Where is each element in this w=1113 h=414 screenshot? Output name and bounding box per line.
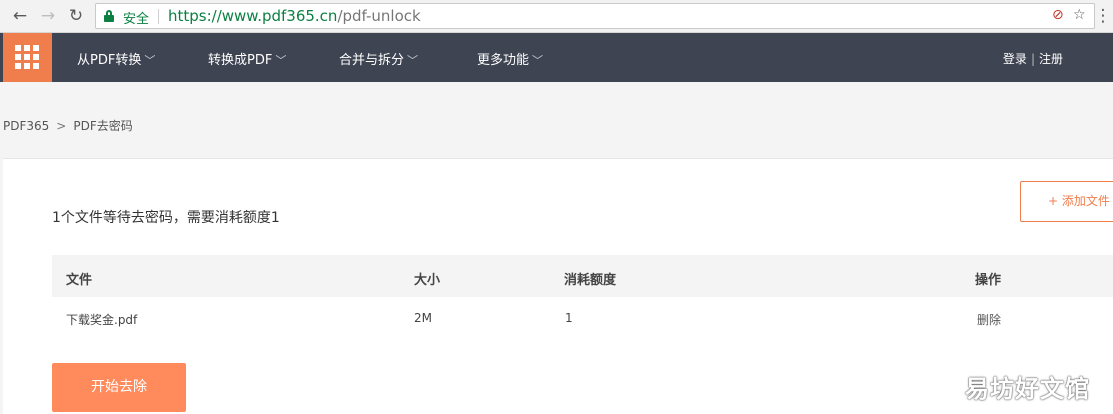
- status-text: 1个文件等待去密码，需要消耗额度1: [52, 210, 280, 226]
- address-bar[interactable]: 安全 https://www.pdf365.cn/pdf-unlock ⊘ ☆: [95, 3, 1095, 29]
- start-remove-button[interactable]: 开始去除: [52, 363, 186, 412]
- menu-label: 更多功能: [477, 53, 530, 68]
- forward-icon[interactable]: →: [38, 6, 58, 26]
- chevron-down-icon: ﹀: [407, 54, 419, 67]
- breadcrumb-root[interactable]: PDF365: [3, 119, 49, 133]
- url-text[interactable]: https://www.pdf365.cn/pdf-unlock: [168, 7, 421, 25]
- star-icon[interactable]: ☆: [1073, 7, 1086, 23]
- menu-to-pdf[interactable]: 转换成PDF ﹀: [208, 49, 286, 68]
- reload-icon[interactable]: ↻: [66, 6, 86, 26]
- delete-link[interactable]: 删除: [977, 311, 1001, 328]
- table-row: 下载奖金.pdf 2M 1 删除: [52, 297, 1113, 339]
- header-cost: 消耗额度: [564, 273, 617, 288]
- breadcrumb-current: PDF去密码: [73, 119, 133, 133]
- breadcrumb: PDF365 > PDF去密码: [3, 117, 133, 134]
- add-file-button[interactable]: + 添加文件: [1020, 181, 1113, 222]
- upload-panel: 1个文件等待去密码，需要消耗额度1 + 添加文件 文件 大小 消耗额度 操作 下…: [3, 158, 1113, 414]
- cell-cost: 1: [565, 311, 573, 325]
- login-link[interactable]: 登录: [1003, 52, 1027, 66]
- url-host: https://www.pdf365.cn: [168, 7, 338, 25]
- menu-label: 合并与拆分: [339, 53, 405, 68]
- browser-menu-icon[interactable]: ⋮: [1093, 6, 1113, 26]
- chevron-down-icon: ﹀: [275, 54, 287, 67]
- menu-from-pdf[interactable]: 从PDF转换 ﹀: [77, 49, 155, 68]
- lock-icon: [104, 10, 114, 22]
- auth-links: 登录 | 注册: [1003, 50, 1063, 67]
- cell-file-size: 2M: [414, 311, 432, 325]
- chevron-down-icon: ﹀: [144, 54, 156, 67]
- apps-grid-icon[interactable]: [3, 33, 52, 82]
- back-icon[interactable]: ←: [10, 6, 30, 26]
- register-link[interactable]: 注册: [1039, 52, 1063, 66]
- menu-more[interactable]: 更多功能 ﹀: [477, 49, 543, 68]
- watermark: 易坊好文馆: [965, 375, 1090, 403]
- chevron-down-icon: ﹀: [532, 54, 544, 67]
- table-header: 文件 大小 消耗额度 操作: [52, 255, 1113, 297]
- divider: [158, 9, 159, 24]
- browser-toolbar: ← → ↻ 安全 https://www.pdf365.cn/pdf-unloc…: [0, 0, 1113, 33]
- menu-merge-split[interactable]: 合并与拆分 ﹀: [339, 49, 418, 68]
- breadcrumb-separator: >: [56, 119, 67, 133]
- blocked-icon[interactable]: ⊘: [1052, 7, 1064, 23]
- secure-label: 安全: [123, 12, 150, 27]
- header-action: 操作: [975, 273, 1002, 288]
- cell-file-name: 下载奖金.pdf: [66, 313, 138, 327]
- site-nav: 从PDF转换 ﹀ 转换成PDF ﹀ 合并与拆分 ﹀ 更多功能 ﹀ 登录 | 注册: [0, 33, 1113, 82]
- menu-label: 从PDF转换: [77, 53, 142, 68]
- header-file: 文件: [66, 273, 93, 288]
- header-size: 大小: [414, 273, 441, 288]
- url-path: /pdf-unlock: [337, 7, 421, 25]
- auth-divider: |: [1030, 52, 1035, 66]
- menu-label: 转换成PDF: [208, 53, 273, 68]
